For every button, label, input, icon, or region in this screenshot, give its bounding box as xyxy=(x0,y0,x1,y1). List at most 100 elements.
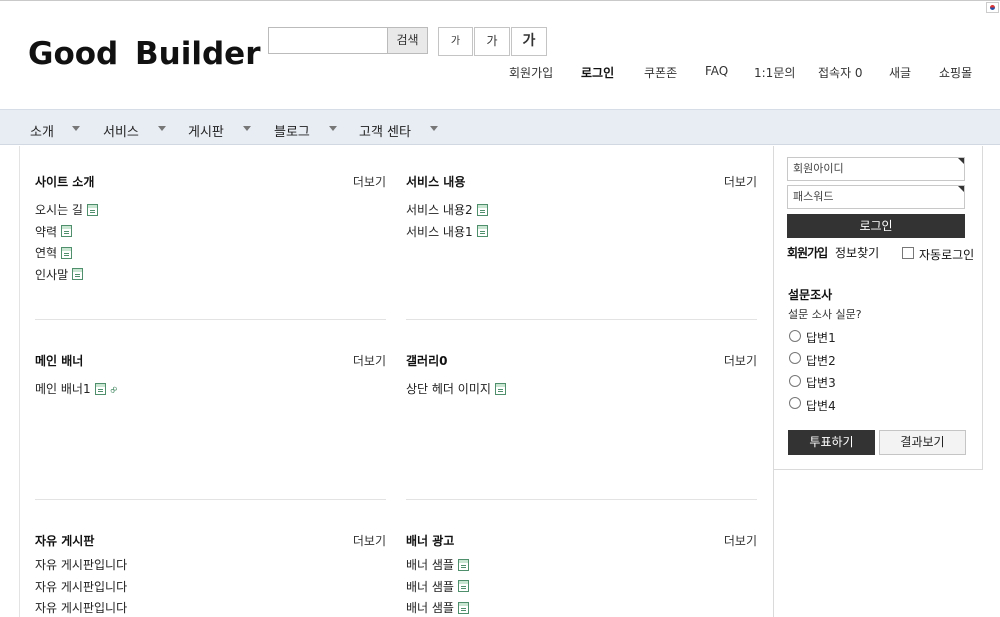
search-button[interactable]: 검색 xyxy=(387,27,428,54)
poll-option-radio[interactable] xyxy=(789,330,801,342)
document-icon xyxy=(94,382,106,395)
site-logo[interactable]: Good Builder xyxy=(28,36,260,72)
list-item[interactable]: 서비스 내용1 xyxy=(406,221,488,243)
more-link[interactable]: 더보기 xyxy=(724,352,757,369)
document-icon xyxy=(476,225,488,238)
font-size-small-button[interactable]: 가 xyxy=(438,27,473,56)
vote-button[interactable]: 투표하기 xyxy=(788,430,875,455)
auto-login-checkbox[interactable] xyxy=(902,247,914,259)
more-link[interactable]: 더보기 xyxy=(724,173,757,190)
list-item[interactable]: 약력 xyxy=(35,221,98,243)
list-item[interactable]: 서비스 내용2 xyxy=(406,199,488,221)
document-icon xyxy=(494,382,506,395)
box-title[interactable]: 사이트 소개 xyxy=(35,173,94,190)
list-item[interactable]: 연혁 xyxy=(35,242,98,264)
more-link[interactable]: 더보기 xyxy=(353,173,386,190)
list-item[interactable]: 자유 게시판입니다 xyxy=(35,576,127,598)
document-icon xyxy=(476,203,488,216)
join-link[interactable]: 회원가입 xyxy=(787,244,828,261)
box-title[interactable]: 서비스 내용 xyxy=(406,173,465,190)
list-item[interactable]: 메인 배너1 ∞ xyxy=(35,378,121,400)
poll-option-radio[interactable] xyxy=(789,375,801,387)
sidebar-bottom-border xyxy=(773,469,983,470)
latest-box-free-board: 자유 게시판 더보기 자유 게시판입니다 자유 게시판입니다 자유 게시판입니다 xyxy=(35,532,386,617)
box-title[interactable]: 갤러리0 xyxy=(406,352,447,369)
chevron-down-icon[interactable] xyxy=(158,126,166,131)
main-menu-bar: 소개 서비스 게시판 블로그 고객 센타 xyxy=(0,109,1000,145)
view-results-button[interactable]: 결과보기 xyxy=(879,430,966,455)
poll-option-radio[interactable] xyxy=(789,397,801,409)
menu-board[interactable]: 게시판 xyxy=(188,121,224,140)
find-info-link[interactable]: 정보찾기 xyxy=(835,244,879,261)
more-link[interactable]: 더보기 xyxy=(353,532,386,549)
document-icon xyxy=(457,601,469,614)
latest-box-banner-ad: 배너 광고 더보기 배너 샘플 배너 샘플 배너 샘플 xyxy=(406,532,757,617)
box-title[interactable]: 메인 배너 xyxy=(35,352,83,369)
poll-option-label[interactable]: 답변4 xyxy=(806,397,836,414)
poll-question: 설문 소사 실문? xyxy=(788,308,862,321)
document-icon xyxy=(86,203,98,216)
menu-blog[interactable]: 블로그 xyxy=(274,121,310,140)
more-link[interactable]: 더보기 xyxy=(724,532,757,549)
menu-customer-center[interactable]: 고객 센타 xyxy=(359,121,411,140)
required-marker-icon xyxy=(958,158,964,164)
latest-box-service: 서비스 내용 더보기 서비스 내용2 서비스 내용1 xyxy=(406,173,757,320)
document-icon xyxy=(61,225,73,238)
chevron-down-icon[interactable] xyxy=(329,126,337,131)
chevron-down-icon[interactable] xyxy=(243,126,251,131)
menu-service[interactable]: 서비스 xyxy=(103,121,139,140)
chevron-down-icon[interactable] xyxy=(72,126,80,131)
poll-title: 설문조사 xyxy=(788,288,833,302)
box-title[interactable]: 자유 게시판 xyxy=(35,532,94,549)
menu-intro[interactable]: 소개 xyxy=(30,121,54,140)
nav-join[interactable]: 회원가입 xyxy=(509,64,553,81)
divider xyxy=(406,319,757,320)
nav-coupon[interactable]: 쿠폰존 xyxy=(644,64,677,81)
password-field[interactable]: 패스워드 xyxy=(787,185,965,209)
korean-flag-icon[interactable] xyxy=(986,2,999,13)
document-icon xyxy=(72,268,84,281)
list-item[interactable]: 자유 게시판입니다 xyxy=(35,554,127,576)
document-icon xyxy=(61,246,73,259)
content-left-border xyxy=(19,146,20,617)
font-size-medium-button[interactable]: 가 xyxy=(474,27,510,56)
more-link[interactable]: 더보기 xyxy=(353,352,386,369)
poll-option-label[interactable]: 답변2 xyxy=(806,352,836,369)
divider xyxy=(35,499,386,500)
list-item[interactable]: 인사말 xyxy=(35,264,98,286)
top-border xyxy=(0,0,1000,1)
latest-box-site-intro: 사이트 소개 더보기 오시는 길 약력 연혁 인사말 xyxy=(35,173,386,320)
document-icon xyxy=(457,558,469,571)
document-icon xyxy=(457,580,469,593)
list-item[interactable]: 상단 헤더 이미지 xyxy=(406,378,506,400)
sidebar-border xyxy=(773,146,774,617)
login-button[interactable]: 로그인 xyxy=(787,214,965,238)
list-item[interactable]: 배너 샘플 xyxy=(406,597,469,617)
poll-option-label[interactable]: 답변3 xyxy=(806,374,836,391)
required-marker-icon xyxy=(958,186,964,192)
poll-option-label[interactable]: 답변1 xyxy=(806,329,836,346)
search-input[interactable] xyxy=(268,27,388,54)
divider xyxy=(35,319,386,320)
chevron-down-icon[interactable] xyxy=(430,126,438,131)
sidebar-right-border xyxy=(982,146,983,469)
font-size-large-button[interactable]: 가 xyxy=(511,27,547,56)
member-id-field[interactable]: 회원아이디 xyxy=(787,157,965,181)
nav-login[interactable]: 로그인 xyxy=(581,64,614,81)
latest-box-main-banner: 메인 배너 더보기 메인 배너1 ∞ xyxy=(35,352,386,500)
nav-shop[interactable]: 쇼핑몰 xyxy=(939,64,972,81)
list-item[interactable]: 배너 샘플 xyxy=(406,554,469,576)
list-item[interactable]: 오시는 길 xyxy=(35,199,98,221)
latest-box-gallery: 갤러리0 더보기 상단 헤더 이미지 xyxy=(406,352,757,500)
auto-login-label: 자동로그인 xyxy=(919,248,975,262)
nav-visitors[interactable]: 접속자 0 xyxy=(818,64,863,81)
box-title[interactable]: 배너 광고 xyxy=(406,532,454,549)
nav-qa[interactable]: 1:1문의 xyxy=(754,64,795,81)
list-item[interactable]: 자유 게시판입니다 xyxy=(35,597,127,617)
nav-new-posts[interactable]: 새글 xyxy=(889,64,911,81)
link-icon: ∞ xyxy=(105,381,122,398)
nav-faq[interactable]: FAQ xyxy=(705,64,728,78)
divider xyxy=(406,499,757,500)
list-item[interactable]: 배너 샘플 xyxy=(406,576,469,598)
poll-option-radio[interactable] xyxy=(789,352,801,364)
